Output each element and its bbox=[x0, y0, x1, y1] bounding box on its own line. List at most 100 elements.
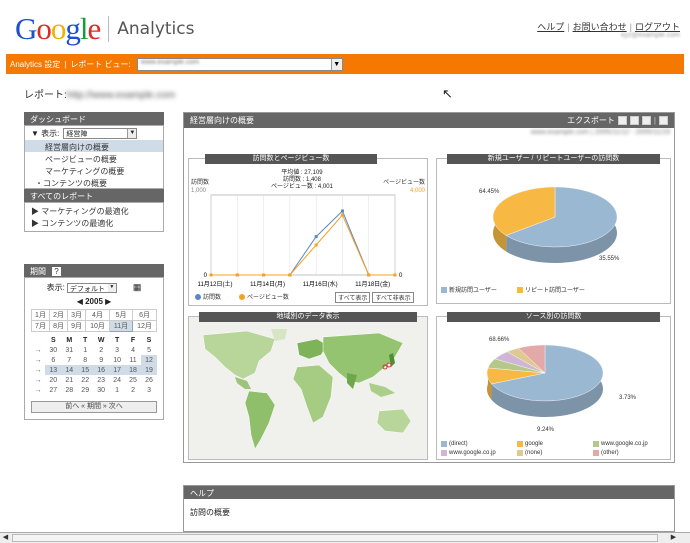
day-cell[interactable]: 21 bbox=[61, 375, 77, 385]
csv-icon[interactable] bbox=[641, 116, 651, 125]
next-year-icon[interactable]: ▶ bbox=[105, 297, 111, 306]
chevron-down-icon: ▼ bbox=[107, 283, 116, 292]
day-cell[interactable]: 3 bbox=[109, 345, 125, 355]
month-cell[interactable]: 5月 bbox=[108, 309, 134, 321]
week-select-arrow[interactable]: → bbox=[31, 345, 45, 355]
day-cell[interactable]: 29 bbox=[77, 385, 93, 395]
logo-divider bbox=[108, 16, 110, 42]
day-cell[interactable]: 14 bbox=[61, 365, 78, 375]
analytics-settings-link[interactable]: Analytics 設定 bbox=[10, 59, 60, 70]
calendar-view-select[interactable]: デフォルト ▼ bbox=[66, 282, 117, 293]
nav-pageview-overview[interactable]: ページビューの概要 bbox=[25, 152, 163, 164]
day-cell[interactable]: 26 bbox=[141, 375, 157, 385]
month-cell[interactable]: 8月 bbox=[49, 320, 69, 332]
month-cell[interactable]: 9月 bbox=[67, 320, 87, 332]
day-cell[interactable]: 23 bbox=[93, 375, 109, 385]
view-select[interactable]: 経営陣 ▼ bbox=[63, 127, 138, 139]
date-range: www.example.com | 2005/11/12 - 2005/11/1… bbox=[531, 129, 670, 136]
map-marker bbox=[386, 362, 392, 368]
day-cell[interactable]: 1 bbox=[77, 345, 93, 355]
day-cell[interactable]: 3 bbox=[141, 385, 157, 395]
week-select-arrow[interactable]: → bbox=[31, 355, 45, 365]
day-cell[interactable]: 13 bbox=[45, 365, 62, 375]
day-cell[interactable]: 1 bbox=[109, 385, 125, 395]
nav-executive-overview[interactable]: 経営層向けの概要 bbox=[25, 140, 163, 152]
day-cell[interactable]: 24 bbox=[109, 375, 125, 385]
nav-marketing-overview[interactable]: マーケティングの概要 bbox=[25, 164, 163, 176]
day-cell[interactable]: 31 bbox=[61, 345, 77, 355]
nav-content-optimization[interactable]: ▶ コンテンツの最適化 bbox=[25, 216, 163, 228]
map-southeast-asia bbox=[369, 383, 395, 397]
month-cell[interactable]: 10月 bbox=[85, 320, 110, 332]
day-cell[interactable]: 7 bbox=[61, 355, 77, 365]
horizontal-scrollbar[interactable]: ◀ ▶ bbox=[0, 532, 690, 543]
week-select-arrow[interactable]: → bbox=[31, 375, 45, 385]
legend-visits-swatch bbox=[195, 293, 201, 300]
view-row: ▼ 表示: 経営陣 ▼ bbox=[25, 126, 163, 140]
day-cell[interactable]: 9 bbox=[93, 355, 109, 365]
source-legend-swatch bbox=[441, 441, 447, 447]
month-cell[interactable]: 3月 bbox=[67, 309, 87, 321]
print-icon[interactable] bbox=[659, 116, 668, 125]
day-cell[interactable]: 25 bbox=[125, 375, 141, 385]
source-legend-label: (direct) bbox=[449, 441, 468, 447]
scroll-right-icon[interactable]: ▶ bbox=[668, 533, 679, 543]
day-cell[interactable]: 12 bbox=[141, 355, 157, 365]
hide-all-button[interactable]: すべて非表示 bbox=[372, 292, 414, 303]
xml-icon[interactable] bbox=[629, 116, 639, 125]
day-cell[interactable]: 30 bbox=[45, 345, 61, 355]
map-africa bbox=[292, 364, 334, 424]
day-cell[interactable]: 19 bbox=[141, 365, 157, 375]
scroll-left-icon[interactable]: ◀ bbox=[0, 533, 11, 543]
month-cell[interactable]: 1月 bbox=[30, 309, 51, 321]
day-cell[interactable]: 28 bbox=[61, 385, 77, 395]
month-cell[interactable]: 7月 bbox=[30, 320, 51, 332]
day-cell[interactable]: 8 bbox=[77, 355, 93, 365]
month-table: 1月 2月 3月 4月 5月 6月 7月 8月 9月 10月 11月 12月 bbox=[30, 309, 157, 332]
month-cell[interactable]: 6月 bbox=[132, 309, 157, 321]
day-cell[interactable]: 20 bbox=[45, 375, 61, 385]
help-icon[interactable]: ? bbox=[52, 267, 61, 276]
plot-area bbox=[210, 194, 396, 276]
day-cell[interactable]: 17 bbox=[109, 365, 126, 375]
day-cell[interactable]: 2 bbox=[125, 385, 141, 395]
day-cell[interactable]: 15 bbox=[77, 365, 94, 375]
period-nav[interactable]: 前へ « 期間 » 次へ bbox=[31, 401, 157, 413]
source-legend-label: www.google.co.jp bbox=[601, 441, 648, 447]
day-cell[interactable]: 6 bbox=[45, 355, 61, 365]
week-select-arrow[interactable]: → bbox=[31, 385, 45, 395]
pie1-pct-b: 35.55% bbox=[599, 256, 620, 262]
day-cell[interactable]: 10 bbox=[109, 355, 125, 365]
month-cell[interactable]: 12月 bbox=[132, 320, 157, 332]
contact-link[interactable]: お問い合わせ bbox=[573, 22, 627, 32]
day-cell[interactable]: 4 bbox=[125, 345, 141, 355]
day-cell[interactable]: 18 bbox=[125, 365, 142, 375]
calendar-view-label: 表示: bbox=[46, 283, 65, 292]
month-cell[interactable]: 2月 bbox=[49, 309, 69, 321]
map-south-america bbox=[244, 390, 276, 450]
prev-year-icon[interactable]: ◀ bbox=[77, 297, 83, 306]
day-cell[interactable]: 16 bbox=[93, 365, 110, 375]
help-link[interactable]: ヘルプ bbox=[537, 22, 564, 32]
logout-link[interactable]: ログアウト bbox=[635, 22, 680, 32]
chevron-down-icon: ▼ bbox=[127, 128, 137, 138]
nav-marketing-optimization[interactable]: ▶ マーケティングの最適化 bbox=[25, 204, 163, 216]
day-cell[interactable]: 27 bbox=[45, 385, 61, 395]
pdf-icon[interactable] bbox=[617, 116, 627, 125]
show-all-button[interactable]: すべて表示 bbox=[335, 292, 371, 303]
month-cell[interactable]: 11月 bbox=[108, 320, 134, 332]
profile-select[interactable]: www.example.com ▼ bbox=[136, 57, 343, 71]
week-select-arrow[interactable]: → bbox=[31, 365, 45, 375]
day-cell[interactable]: 22 bbox=[77, 375, 93, 385]
day-cell[interactable]: 11 bbox=[125, 355, 141, 365]
day-cell[interactable]: 2 bbox=[93, 345, 109, 355]
legend-pageviews-swatch bbox=[239, 293, 245, 300]
scroll-thumb[interactable] bbox=[12, 534, 658, 542]
source-legend-label: (other) bbox=[601, 450, 619, 456]
nav-content-overview[interactable]: ・コンテンツの概要 bbox=[25, 176, 163, 188]
month-cell[interactable]: 4月 bbox=[85, 309, 110, 321]
calendar-grid-icon[interactable]: ▦ bbox=[133, 282, 142, 293]
day-cell[interactable]: 30 bbox=[93, 385, 109, 395]
data-point bbox=[262, 273, 266, 277]
day-cell[interactable]: 5 bbox=[141, 345, 157, 355]
